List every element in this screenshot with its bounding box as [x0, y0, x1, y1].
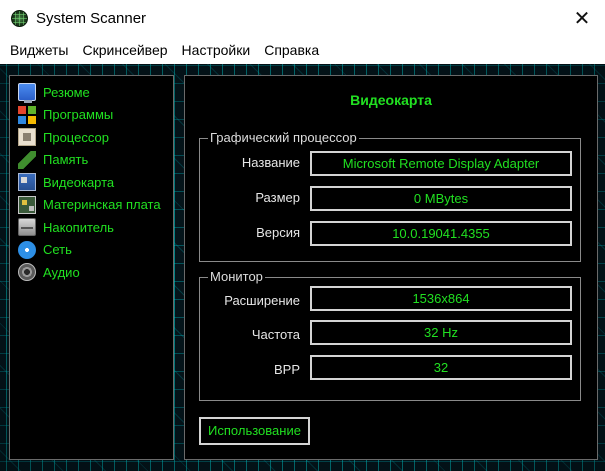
motherboard-icon — [18, 195, 36, 214]
usage-button[interactable]: Использование — [199, 417, 310, 445]
sidebar-item-label: Память — [43, 152, 89, 168]
close-button[interactable]: ✕ — [559, 0, 605, 36]
sidebar-item-label: Аудио — [43, 264, 80, 280]
menu-widgets[interactable]: Виджеты — [3, 36, 76, 64]
cpu-icon — [18, 128, 36, 147]
video-card-icon — [18, 173, 36, 192]
sidebar-item-programs[interactable]: Программы — [10, 104, 173, 127]
windows-logo-icon — [18, 105, 36, 124]
sidebar-item-label: Резюме — [43, 84, 90, 100]
page-title: Видеокарта — [350, 92, 432, 108]
monitor-group-legend: Монитор — [208, 269, 265, 284]
sidebar-item-audio[interactable]: Аудио — [10, 261, 173, 284]
menu-bar: Виджеты Скринсейвер Настройки Справка — [0, 36, 605, 64]
sidebar-item-label: Накопитель — [43, 219, 114, 235]
monitor-icon — [18, 83, 36, 104]
circuit-background: Резюме Программы Процессор Память Видеок… — [0, 64, 605, 471]
sidebar-item-videocard[interactable]: Видеокарта — [10, 171, 173, 194]
window-title: System Scanner — [36, 10, 147, 27]
resolution-field: 1536x864 — [310, 286, 572, 311]
audio-icon — [18, 263, 36, 282]
sidebar-item-label: Видеокарта — [43, 174, 115, 190]
sidebar-item-cpu[interactable]: Процессор — [10, 126, 173, 149]
sidebar-item-storage[interactable]: Накопитель — [10, 216, 173, 239]
bpp-field: 32 — [310, 355, 572, 380]
menu-screensaver[interactable]: Скринсейвер — [76, 36, 175, 64]
frequency-field: 32 Hz — [310, 320, 572, 345]
sidebar-item-label: Процессор — [43, 129, 109, 145]
gpu-group: Графический процессор Название Microsoft… — [199, 130, 581, 262]
app-logo-icon — [11, 10, 28, 27]
bpp-label: BPP — [273, 362, 300, 377]
sidebar-item-resume[interactable]: Резюме — [10, 81, 173, 104]
sidebar-item-motherboard[interactable]: Материнская плата — [10, 194, 173, 217]
frequency-label: Частота — [251, 327, 300, 342]
gpu-size-label: Размер — [255, 190, 300, 205]
sidebar-item-label: Сеть — [43, 242, 72, 258]
gpu-name-label: Название — [241, 155, 300, 170]
gpu-version-label: Версия — [256, 225, 300, 240]
gpu-name-field: Microsoft Remote Display Adapter — [310, 151, 572, 176]
gpu-size-field: 0 MBytes — [310, 186, 572, 211]
network-icon — [18, 240, 36, 259]
gpu-group-legend: Графический процессор — [208, 130, 359, 145]
sidebar-item-label: Программы — [43, 107, 114, 123]
sidebar-item-memory[interactable]: Память — [10, 149, 173, 172]
sidebar-item-label: Материнская плата — [43, 197, 161, 213]
details-panel: Видеокарта Графический процессор Названи… — [184, 75, 598, 460]
sidebar-item-network[interactable]: Сеть — [10, 239, 173, 262]
gpu-version-field: 10.0.19041.4355 — [310, 221, 572, 246]
storage-icon — [18, 218, 36, 237]
sidebar: Резюме Программы Процессор Память Видеок… — [9, 75, 174, 460]
menu-settings[interactable]: Настройки — [175, 36, 258, 64]
title-bar: System Scanner ✕ — [0, 0, 605, 36]
monitor-group: Монитор Расширение 1536x864 Частота 32 H… — [199, 269, 581, 401]
ram-icon — [18, 150, 36, 169]
resolution-label: Расширение — [224, 293, 300, 308]
menu-help[interactable]: Справка — [257, 36, 326, 64]
